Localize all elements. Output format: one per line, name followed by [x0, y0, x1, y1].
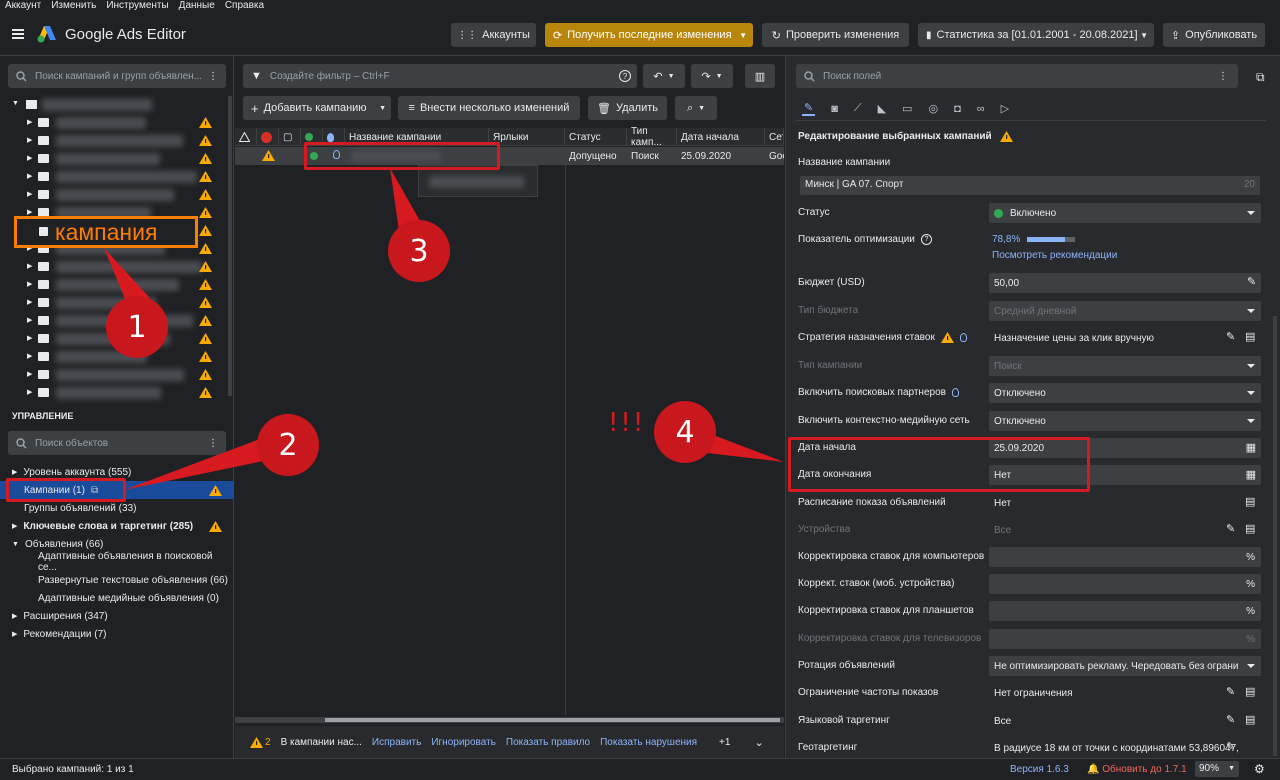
- annotation-exclaim: !!!: [608, 408, 646, 438]
- annotation-arrows: [104, 168, 784, 490]
- annotation-badge-4: 4: [654, 401, 716, 463]
- annotation-badge-3: 3: [388, 220, 450, 282]
- annotation-badge-1: 1: [106, 296, 168, 358]
- highlight-campaigns-nav: [6, 478, 126, 502]
- arrow-2: [124, 436, 278, 490]
- annotation-badge-2: 2: [257, 414, 319, 476]
- highlight-campaign-row: [304, 142, 500, 170]
- highlight-date-fields: [788, 437, 1090, 492]
